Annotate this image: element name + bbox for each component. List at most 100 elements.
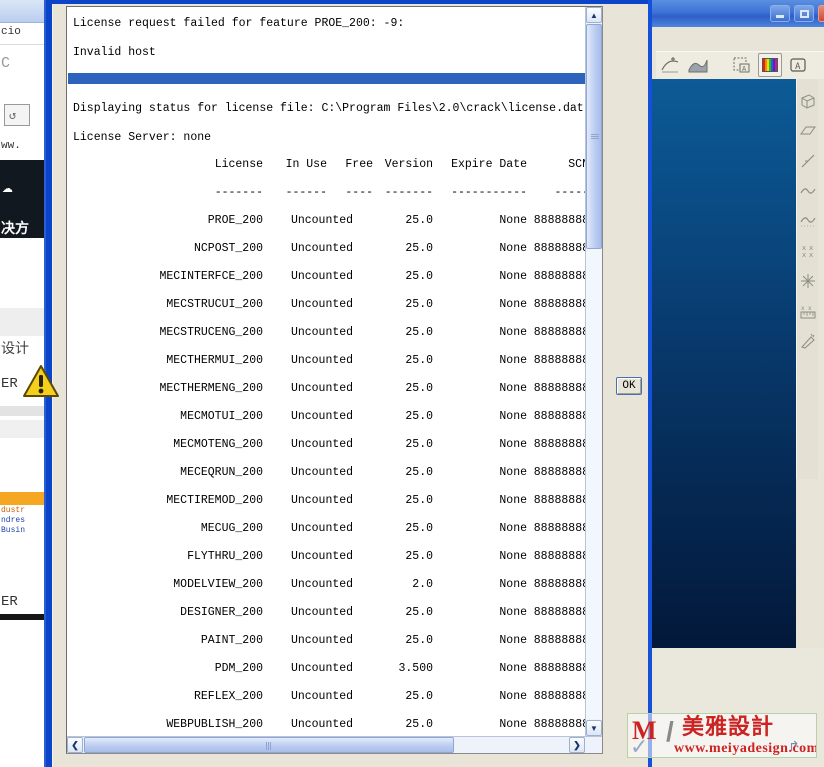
- bg-snippet-8: dustr: [1, 506, 26, 515]
- cell-version: 25.0: [405, 494, 433, 507]
- scroll-up-button[interactable]: ▲: [586, 7, 602, 23]
- cell-version: 25.0: [405, 242, 433, 255]
- watermark: M ✓ / 美雅設計 www.meiyadesign.com ↱: [627, 713, 817, 758]
- table-row: FLYTHRU_200Uncounted25.0None88888888L: [67, 550, 585, 564]
- cell-license: MECTHERMENG_200: [159, 382, 263, 395]
- horizontal-scrollbar[interactable]: ❮ ❯: [67, 736, 602, 753]
- right-window-menubar: [648, 27, 824, 51]
- cell-version: 25.0: [405, 214, 433, 227]
- right-tool-palette: xxxx xx: [796, 79, 818, 479]
- vertical-scrollbar[interactable]: ▲ ▼: [585, 7, 602, 736]
- svg-text:x: x: [808, 305, 812, 312]
- cell-scn: 88888888: [533, 242, 585, 255]
- curve-tool-icon[interactable]: [658, 53, 682, 77]
- col-header-version: Version: [384, 158, 433, 171]
- cell-license: PDM_200: [214, 662, 263, 675]
- minimize-glyph: [776, 15, 784, 18]
- cell-scn: 88888888: [533, 382, 585, 395]
- cell-scn: 88888888: [533, 690, 585, 703]
- ok-button[interactable]: OK: [616, 377, 642, 395]
- cell-expire: None: [499, 410, 527, 423]
- cell-expire: None: [499, 214, 527, 227]
- cell-in-use: Uncounted: [290, 326, 354, 339]
- table-row: MECTHERMUI_200Uncounted25.0None88888888L: [67, 354, 585, 368]
- bg-snippet-11: ER: [1, 594, 18, 610]
- sketch-icon[interactable]: [797, 328, 819, 354]
- watermark-chinese-text: 美雅設計: [682, 715, 775, 740]
- right-window-canvas[interactable]: [652, 79, 796, 648]
- cell-expire: None: [499, 326, 527, 339]
- cell-version: 25.0: [405, 410, 433, 423]
- license-output-text[interactable]: License request failed for feature PROE_…: [67, 7, 585, 736]
- cell-version: 25.0: [405, 522, 433, 535]
- cell-scn: 88888888: [533, 522, 585, 535]
- cell-in-use: Uncounted: [290, 578, 354, 591]
- cell-scn: 88888888: [533, 326, 585, 339]
- cell-expire: None: [499, 494, 527, 507]
- cell-expire: None: [499, 382, 527, 395]
- cell-in-use: Uncounted: [290, 438, 354, 451]
- table-row: MECTHERMENG_200 Uncounted 25.0 None 88888888…: [67, 382, 585, 396]
- bg-dark-glyph: ☁: [2, 178, 13, 198]
- cell-license: DESIGNER_200: [180, 606, 263, 619]
- scroll-right-button[interactable]: ❯: [569, 737, 585, 753]
- cell-expire: None: [499, 634, 527, 647]
- bg-dark-cn: 决方: [1, 222, 29, 238]
- cell-scn: 88888888: [533, 214, 585, 227]
- scroll-down-button[interactable]: ▼: [586, 720, 602, 736]
- license-output-panel: License request failed for feature PROE_…: [66, 6, 603, 754]
- cell-expire: None: [499, 438, 527, 451]
- minimize-button[interactable]: [770, 5, 790, 22]
- measure-icon[interactable]: xx: [797, 298, 819, 324]
- cell-version: 25.0: [405, 298, 433, 311]
- cell-in-use: Uncounted: [290, 298, 354, 311]
- cell-scn: 88888888: [533, 494, 585, 507]
- rule-free: ----: [345, 186, 373, 199]
- snap-icon[interactable]: [797, 268, 819, 294]
- points-icon[interactable]: xxxx: [797, 238, 819, 264]
- selection-highlight-bar: [68, 73, 585, 84]
- cell-in-use: Uncounted: [290, 606, 354, 619]
- cell-license: WEBPUBLISH_200: [166, 718, 263, 731]
- layer-tool-icon[interactable]: A: [730, 53, 754, 77]
- cell-version: 2.0: [412, 578, 433, 591]
- line-icon[interactable]: [797, 148, 819, 174]
- rule-scn: -----: [554, 186, 585, 199]
- annotation-icon[interactable]: A: [786, 53, 810, 77]
- cell-scn: 88888888: [533, 550, 585, 563]
- cell-version: 25.0: [405, 634, 433, 647]
- maximize-button[interactable]: [794, 5, 814, 22]
- table-row: MODELVIEW_200Uncounted2.0None88888888L: [67, 578, 585, 592]
- spline-icon[interactable]: [797, 178, 819, 204]
- vertical-scroll-thumb[interactable]: [586, 24, 602, 249]
- cell-in-use: Uncounted: [290, 690, 354, 703]
- wave-icon[interactable]: [797, 208, 819, 234]
- extrude-icon[interactable]: [797, 88, 819, 114]
- cell-version: 25.0: [405, 382, 433, 395]
- cell-expire: None: [499, 662, 527, 675]
- cell-in-use: Uncounted: [290, 242, 354, 255]
- plane-icon[interactable]: [797, 118, 819, 144]
- status-line-3: License Server: none: [73, 131, 212, 144]
- cell-license: MECSTRUCENG_200: [159, 326, 263, 339]
- rainbow-swatch: [762, 58, 778, 72]
- bg-snippet-6: 设计: [1, 342, 29, 358]
- cell-scn: 88888888: [533, 410, 585, 423]
- scroll-left-button[interactable]: ❮: [67, 737, 83, 753]
- color-palette-icon[interactable]: [758, 53, 782, 77]
- cell-in-use: Uncounted: [290, 634, 354, 647]
- cell-expire: None: [499, 466, 527, 479]
- watermark-slash: /: [666, 716, 674, 747]
- vertical-scroll-track[interactable]: [586, 249, 602, 719]
- close-button[interactable]: ✕: [818, 5, 824, 22]
- horizontal-scroll-thumb[interactable]: [84, 737, 454, 753]
- cell-expire: None: [499, 354, 527, 367]
- cell-license: MODELVIEW_200: [173, 578, 263, 591]
- cell-in-use: Uncounted: [290, 466, 354, 479]
- surface-tool-icon[interactable]: [686, 53, 710, 77]
- svg-text:x: x: [809, 251, 813, 259]
- cell-version: 25.0: [405, 606, 433, 619]
- col-header-license: License: [214, 158, 263, 171]
- table-row: MECMOTUI_200Uncounted25.0None88888888L: [67, 410, 585, 424]
- table-row: DESIGNER_200Uncounted25.0None88888888L: [67, 606, 585, 620]
